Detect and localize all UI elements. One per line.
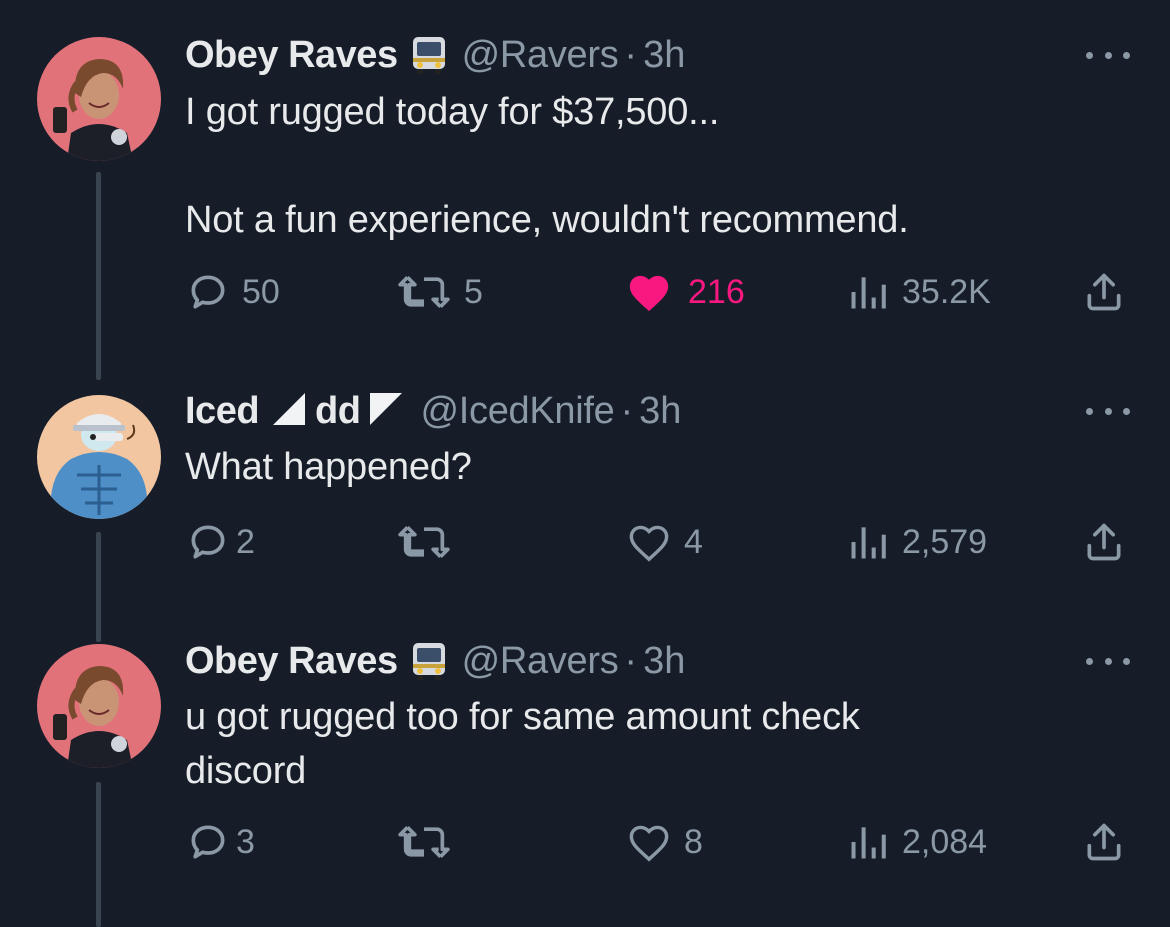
retweet-count: 5 — [464, 272, 483, 311]
like-button[interactable]: 8 — [626, 818, 703, 866]
like-button[interactable]: 4 — [626, 518, 703, 566]
share-button[interactable] — [1082, 818, 1126, 866]
handle[interactable]: @IcedKnife — [420, 390, 614, 433]
reply-count: 3 — [236, 822, 255, 861]
share-icon — [1082, 520, 1126, 564]
view-count: 35.2K — [902, 272, 991, 311]
display-name-part[interactable]: Iced — [185, 390, 260, 433]
tweet[interactable]: Obey Raves @Ravers · 3h I got rugged tod… — [0, 0, 1170, 380]
view-count: 2,579 — [902, 522, 988, 561]
heart-outline-icon — [626, 520, 672, 564]
reply-count: 50 — [242, 272, 280, 311]
tweet[interactable]: Iced dd @IcedKnife · 3h What happened? 2 — [0, 380, 1170, 642]
tweet-text: u got rugged too for same amount check d… — [185, 696, 860, 792]
bus-icon — [408, 34, 450, 76]
more-options-icon[interactable] — [1086, 404, 1130, 418]
more-options-icon[interactable] — [1086, 654, 1130, 668]
views-icon — [846, 270, 890, 314]
triangle-icon — [368, 391, 404, 432]
reply-count: 2 — [236, 522, 255, 561]
tweet[interactable]: Obey Raves @Ravers · 3h u got rugged too… — [0, 639, 1170, 927]
reply-icon — [186, 270, 230, 314]
like-count: 8 — [684, 822, 703, 861]
share-icon — [1082, 270, 1126, 314]
views-button[interactable]: 2,579 — [846, 518, 987, 566]
retweet-icon — [396, 270, 452, 314]
like-button[interactable]: 216 — [626, 268, 745, 316]
separator: · — [624, 639, 638, 682]
timestamp[interactable]: 3h — [643, 640, 685, 683]
retweet-button[interactable] — [396, 818, 452, 866]
handle[interactable]: @Ravers — [462, 34, 619, 77]
reply-button[interactable]: 3 — [186, 818, 255, 866]
handle[interactable]: @Ravers — [462, 640, 619, 683]
display-name[interactable]: Obey Raves — [185, 34, 398, 77]
like-count: 4 — [684, 522, 703, 561]
display-name-part[interactable]: dd — [315, 390, 361, 433]
like-count: 216 — [688, 272, 745, 311]
retweet-icon — [396, 520, 452, 564]
timestamp[interactable]: 3h — [639, 390, 681, 433]
share-icon — [1082, 820, 1126, 864]
avatar[interactable] — [37, 37, 161, 161]
share-button[interactable] — [1082, 518, 1126, 566]
avatar[interactable] — [37, 644, 161, 768]
more-options-icon[interactable] — [1086, 48, 1130, 62]
tweet-text: I got rugged today for $37,500... Not a … — [185, 91, 909, 241]
action-bar: 3 8 2,084 — [0, 818, 1170, 866]
separator: · — [624, 33, 638, 76]
reply-icon — [186, 520, 230, 564]
triangle-icon — [271, 391, 307, 432]
views-button[interactable]: 35.2K — [846, 268, 991, 316]
heart-outline-icon — [626, 820, 672, 864]
reply-button[interactable]: 2 — [186, 518, 255, 566]
reply-icon — [186, 820, 230, 864]
action-bar: 50 5 216 35.2K — [0, 268, 1170, 316]
retweet-button[interactable]: 5 — [396, 268, 483, 316]
share-button[interactable] — [1082, 268, 1126, 316]
views-icon — [846, 820, 890, 864]
views-icon — [846, 520, 890, 564]
views-button[interactable]: 2,084 — [846, 818, 987, 866]
heart-icon — [626, 270, 672, 314]
avatar[interactable] — [37, 395, 161, 519]
retweet-icon — [396, 820, 452, 864]
action-bar: 2 4 2,579 — [0, 518, 1170, 566]
display-name[interactable]: Obey Raves — [185, 640, 398, 683]
thread: Obey Raves @Ravers · 3h I got rugged tod… — [0, 0, 1170, 927]
reply-button[interactable]: 50 — [186, 268, 280, 316]
bus-icon — [408, 640, 450, 682]
separator: · — [620, 389, 634, 432]
timestamp[interactable]: 3h — [643, 34, 685, 77]
tweet-text: What happened? — [185, 446, 472, 488]
retweet-button[interactable] — [396, 518, 452, 566]
view-count: 2,084 — [902, 822, 988, 861]
